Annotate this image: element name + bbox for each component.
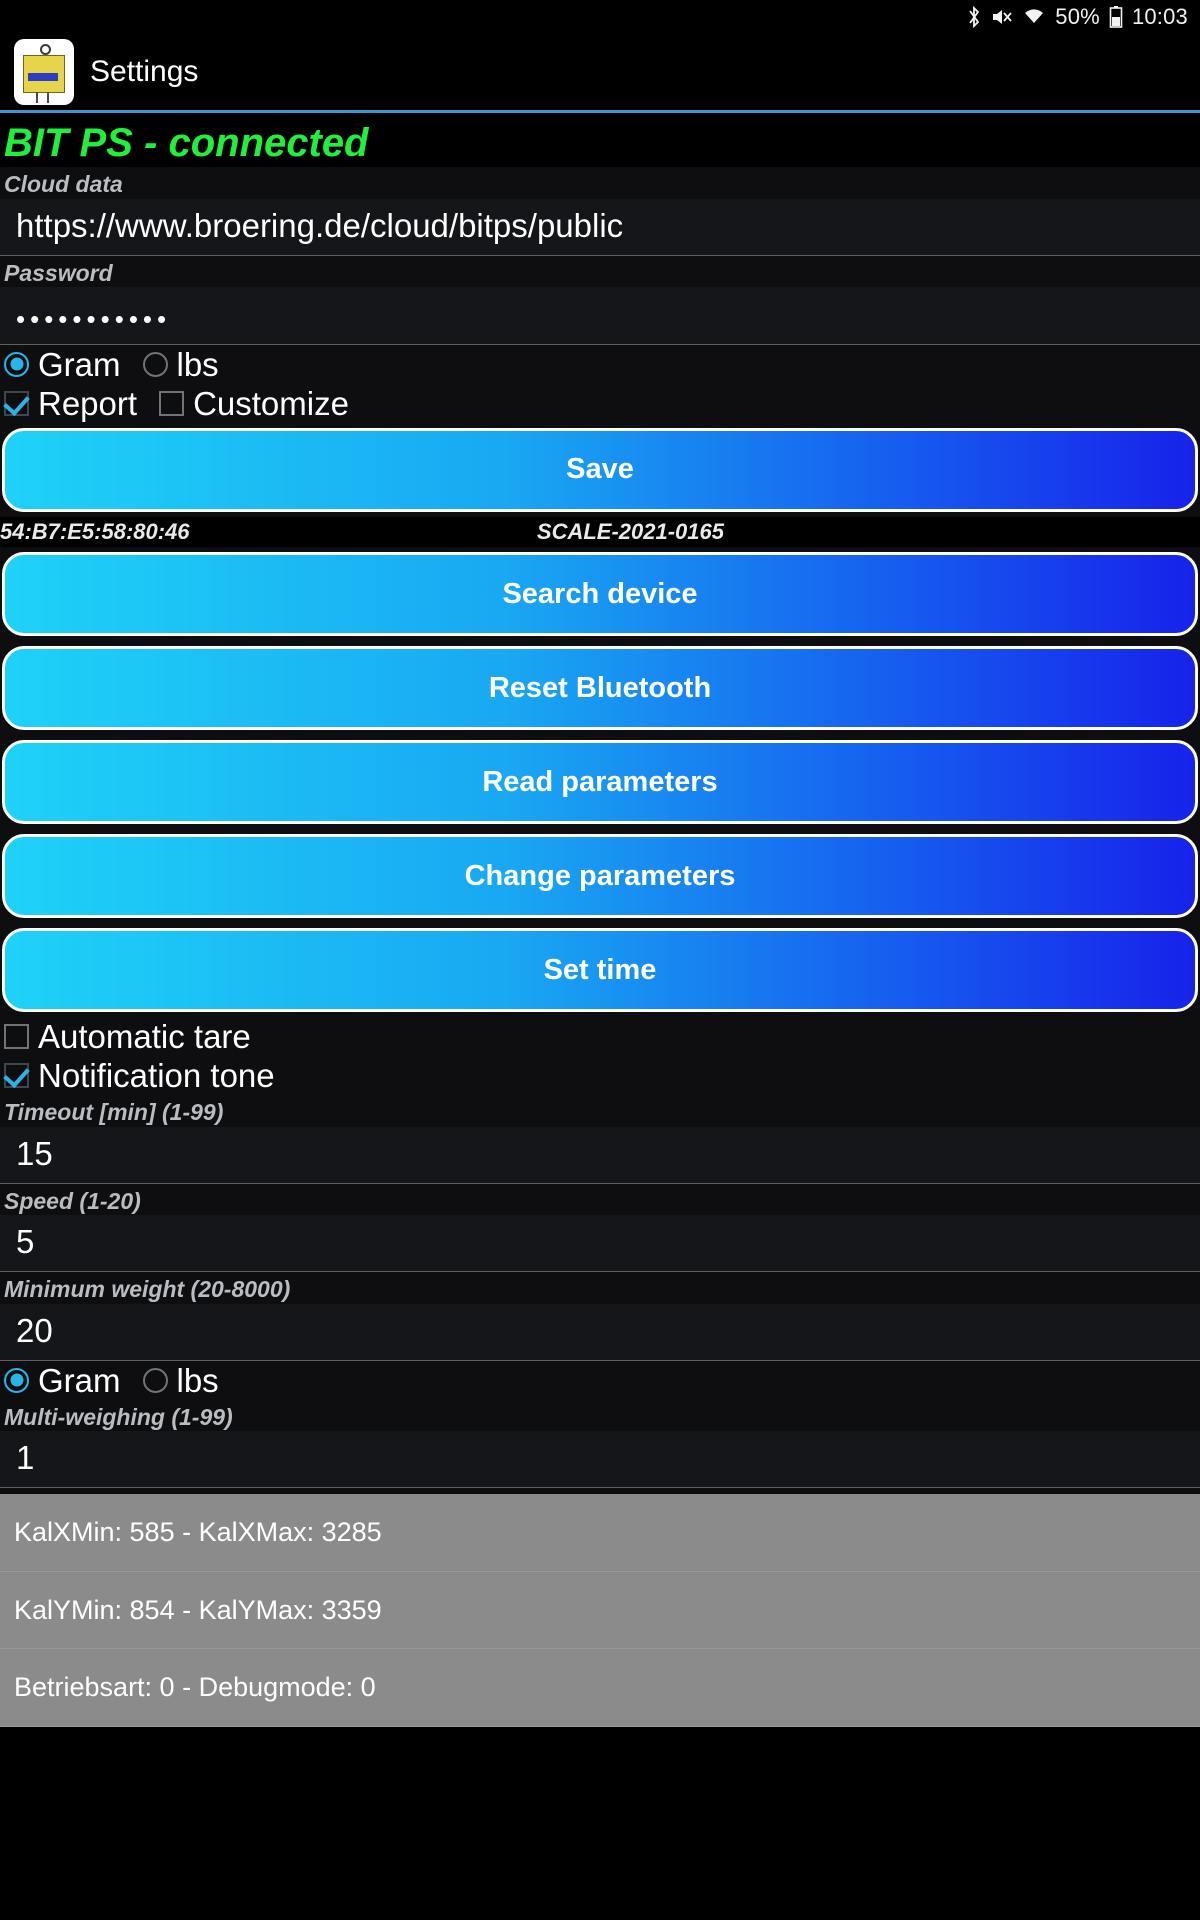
radio-label-lbs-bottom: lbs	[176, 1361, 219, 1399]
device-info-row: 54:B7:E5:58:80:46 SCALE-2021-0165	[0, 516, 1200, 548]
timeout-field[interactable]: 15	[0, 1126, 1200, 1184]
radio-gram-top[interactable]: Gram	[4, 348, 121, 381]
reset-bluetooth-button[interactable]: Reset Bluetooth	[2, 646, 1198, 731]
checkbox-icon-customize	[159, 390, 185, 416]
radio-label-gram-bottom: Gram	[38, 1361, 121, 1399]
clock-label: 10:03	[1131, 4, 1188, 29]
checkbox-label-customize: Customize	[193, 384, 349, 422]
speed-field[interactable]: 5	[0, 1215, 1200, 1273]
notification-tone-row: Notification tone	[0, 1056, 1200, 1096]
device-mac-address: 54:B7:E5:58:80:46	[0, 518, 190, 544]
cloud-url-value: https://www.broering.de/cloud/bitps/publ…	[16, 206, 624, 244]
speed-label: Speed (1-20)	[4, 1187, 141, 1214]
checkbox-notification-tone[interactable]: Notification tone	[4, 1059, 275, 1092]
minimum-weight-value: 20	[16, 1311, 53, 1349]
read-parameters-button-wrap: Read parameters	[0, 735, 1200, 830]
save-button[interactable]: Save	[2, 427, 1198, 512]
speed-value: 5	[16, 1223, 35, 1261]
settings-content: BIT PS - connected Cloud data https://ww…	[0, 113, 1200, 1727]
unit-radio-group-top: Gram lbs	[0, 344, 1200, 384]
checkbox-report[interactable]: Report	[4, 387, 137, 420]
save-button-wrap: Save	[0, 422, 1200, 517]
radio-label-lbs-top: lbs	[176, 345, 219, 383]
calibration-log-list: KalXMin: 585 - KalXMax: 3285 KalYMin: 85…	[0, 1494, 1200, 1727]
wifi-icon	[1022, 7, 1046, 27]
cloud-data-label: Cloud data	[4, 171, 123, 197]
unit-radio-group-bottom: Gram lbs	[0, 1360, 1200, 1400]
checkbox-icon-report	[4, 390, 29, 416]
page-title: Settings	[90, 55, 199, 88]
radio-lbs-top[interactable]: lbs	[142, 345, 219, 383]
minimum-weight-label: Minimum weight (20-8000)	[4, 1276, 291, 1303]
checkbox-automatic-tare[interactable]: Automatic tare	[4, 1020, 251, 1053]
cloud-url-field[interactable]: https://www.broering.de/cloud/bitps/publ…	[0, 198, 1200, 256]
multi-weighing-label: Multi-weighing (1-99)	[4, 1403, 233, 1430]
multi-weighing-value: 1	[16, 1439, 35, 1477]
radio-icon-lbs-top	[142, 351, 168, 377]
set-time-button[interactable]: Set time	[2, 928, 1198, 1013]
volume-mute-icon	[991, 7, 1013, 27]
multi-weighing-field[interactable]: 1	[0, 1431, 1200, 1489]
checkbox-label-report: Report	[38, 384, 138, 422]
checkbox-label-automatic-tare: Automatic tare	[38, 1018, 251, 1056]
set-time-button-wrap: Set time	[0, 923, 1200, 1018]
minimum-weight-field[interactable]: 20	[0, 1303, 1200, 1361]
password-label: Password	[4, 259, 113, 286]
radio-icon-lbs-bottom	[142, 1367, 168, 1393]
read-parameters-button[interactable]: Read parameters	[2, 740, 1198, 825]
automatic-tare-row: Automatic tare	[0, 1017, 1200, 1057]
password-field[interactable]: •••••••••••	[0, 287, 1200, 345]
radio-label-gram-top: Gram	[38, 345, 121, 383]
checkbox-icon-notification-tone	[4, 1063, 29, 1089]
list-item[interactable]: KalXMin: 585 - KalXMax: 3285	[0, 1494, 1200, 1572]
radio-icon-gram-top	[4, 351, 29, 377]
timeout-value: 15	[16, 1134, 53, 1172]
search-device-button[interactable]: Search device	[2, 552, 1198, 637]
report-options-row: Report Customize	[0, 383, 1200, 423]
bluetooth-icon	[966, 6, 982, 28]
checkbox-icon-automatic-tare	[4, 1024, 29, 1050]
checkbox-label-notification-tone: Notification tone	[38, 1057, 275, 1095]
radio-gram-bottom[interactable]: Gram	[4, 1364, 121, 1397]
reset-bluetooth-button-wrap: Reset Bluetooth	[0, 641, 1200, 736]
battery-percent-label: 50%	[1055, 4, 1100, 29]
status-bar: 50% 10:03	[0, 0, 1200, 34]
radio-icon-gram-bottom	[4, 1367, 29, 1393]
list-item[interactable]: Betriebsart: 0 - Debugmode: 0	[0, 1649, 1200, 1727]
change-parameters-button[interactable]: Change parameters	[2, 834, 1198, 919]
change-parameters-button-wrap: Change parameters	[0, 829, 1200, 924]
scale-app-icon	[14, 39, 74, 105]
list-item[interactable]: KalYMin: 854 - KalYMax: 3359	[0, 1572, 1200, 1650]
password-value: •••••••••••	[16, 304, 172, 335]
radio-lbs-bottom[interactable]: lbs	[142, 1361, 219, 1399]
checkbox-customize[interactable]: Customize	[159, 387, 349, 420]
battery-icon	[1109, 6, 1123, 28]
search-device-button-wrap: Search device	[0, 547, 1200, 642]
timeout-label: Timeout [min] (1-99)	[4, 1099, 224, 1126]
app-toolbar: Settings	[0, 34, 1200, 110]
connection-status: BIT PS - connected	[0, 113, 1200, 167]
device-serial: SCALE-2021-0165	[536, 518, 724, 544]
app-screen: 50% 10:03 Settings BIT PS - connected Cl…	[0, 0, 1200, 1920]
